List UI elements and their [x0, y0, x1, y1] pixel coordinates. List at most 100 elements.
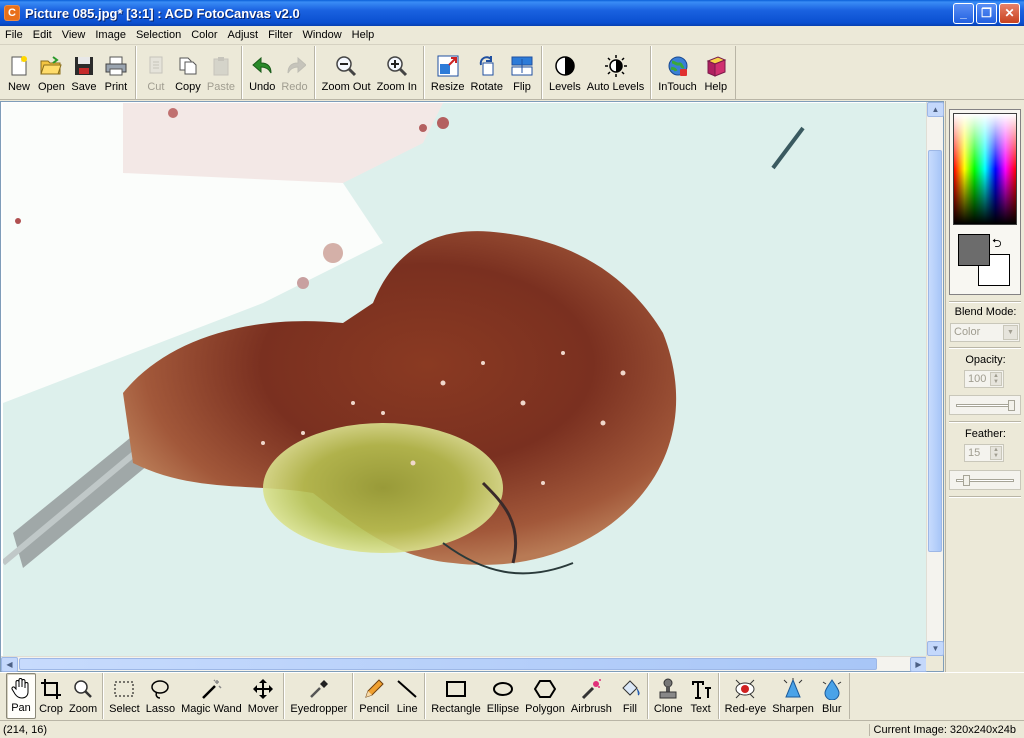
flip-label: Flip	[513, 81, 531, 93]
sharpen-tool[interactable]: Sharpen	[769, 673, 817, 719]
undo-label: Undo	[249, 81, 276, 93]
menu-selection[interactable]: Selection	[131, 29, 186, 41]
horizontal-scrollbar[interactable]: ◀ ▶	[1, 656, 927, 672]
zoom-out-button[interactable]: Zoom Out	[319, 46, 374, 99]
eyedropper-tool[interactable]: Eyedropper	[287, 673, 350, 719]
blend-mode-select[interactable]: Color ▼	[950, 323, 1020, 342]
sharpen-icon	[782, 678, 804, 700]
feather-value: 15	[968, 447, 981, 459]
feather-slider-knob[interactable]	[963, 475, 970, 486]
canvas-area: ▲ ▼ ◀ ▶	[0, 101, 944, 672]
color-spectrum-picker[interactable]	[953, 113, 1017, 225]
opacity-slider[interactable]	[949, 395, 1021, 415]
help-label: Help	[704, 81, 728, 93]
airbrush-tool[interactable]: Airbrush	[568, 673, 615, 719]
color-panel: ⮌ Blend Mode: Color ▼ Opacity: 100 ▲ ▼ Fe…	[945, 101, 1024, 672]
rotate-button[interactable]: Rotate	[468, 46, 506, 99]
open-button[interactable]: Open	[35, 46, 68, 99]
select-tool[interactable]: Select	[106, 673, 143, 719]
rectangle-tool[interactable]: Rectangle	[428, 673, 484, 719]
rectangle-icon	[445, 678, 467, 700]
menu-filter[interactable]: Filter	[263, 29, 297, 41]
lasso-tool[interactable]: Lasso	[143, 673, 178, 719]
select-label: Select	[109, 703, 140, 715]
zoom-tool[interactable]: Zoom	[66, 673, 100, 719]
horizontal-scroll-thumb[interactable]	[19, 658, 877, 670]
print-label: Print	[104, 81, 128, 93]
scroll-right-arrow[interactable]: ▶	[910, 657, 927, 672]
pan-tool[interactable]: Pan	[6, 673, 36, 719]
fill-tool[interactable]: Fill	[615, 673, 645, 719]
crop-icon	[40, 678, 62, 700]
undo-button[interactable]: Undo	[246, 46, 278, 99]
cut-button[interactable]: Cut	[140, 46, 172, 99]
swap-colors-icon[interactable]: ⮌	[992, 234, 1002, 255]
paste-button[interactable]: Paste	[204, 46, 238, 99]
redo-arrow-icon	[284, 55, 306, 77]
menu-color[interactable]: Color	[186, 29, 222, 41]
menu-edit[interactable]: Edit	[28, 29, 57, 41]
opacity-spinner[interactable]: 100 ▲ ▼	[964, 370, 1004, 388]
airbrush-icon	[580, 678, 602, 700]
line-tool[interactable]: Line	[392, 673, 422, 719]
help-button[interactable]: Help	[700, 46, 732, 99]
menu-file[interactable]: File	[0, 29, 28, 41]
polygon-tool[interactable]: Polygon	[522, 673, 568, 719]
pan-label: Pan	[11, 702, 31, 714]
minimize-button[interactable]: _	[953, 2, 974, 24]
pencil-tool[interactable]: Pencil	[356, 673, 392, 719]
save-button[interactable]: Save	[68, 46, 100, 99]
menu-help[interactable]: Help	[347, 29, 380, 41]
clone-tool[interactable]: Clone	[651, 673, 686, 719]
main-toolbar: New Open Save Print Cut Copy Paste Undo …	[0, 46, 1024, 100]
feather-slider[interactable]	[949, 470, 1021, 490]
vertical-scroll-thumb[interactable]	[928, 150, 942, 552]
redo-button[interactable]: Redo	[278, 46, 310, 99]
opacity-slider-knob[interactable]	[1008, 400, 1015, 411]
ellipse-label: Ellipse	[486, 703, 520, 715]
pencil-label: Pencil	[359, 703, 390, 715]
magic-wand-tool[interactable]: Magic Wand	[178, 673, 245, 719]
open-folder-icon	[40, 55, 63, 77]
line-icon	[396, 678, 418, 700]
ellipse-tool[interactable]: Ellipse	[484, 673, 522, 719]
feather-label: Feather:	[965, 428, 1006, 440]
sharpen-label: Sharpen	[772, 703, 814, 715]
red-eye-tool[interactable]: Red-eye	[722, 673, 770, 719]
copy-button[interactable]: Copy	[172, 46, 204, 99]
intouch-button[interactable]: InTouch	[655, 46, 700, 99]
scroll-up-arrow[interactable]: ▲	[927, 102, 944, 117]
auto-levels-button[interactable]: Auto Levels	[584, 46, 647, 99]
title-bar: C Picture 085.jpg* [3:1] : ACD FotoCanva…	[0, 0, 1024, 26]
image-canvas[interactable]	[3, 103, 927, 657]
zoom-label: Zoom	[69, 703, 98, 715]
blur-tool[interactable]: Blur	[817, 673, 847, 719]
magic-wand-label: Magic Wand	[181, 703, 242, 715]
flip-button[interactable]: Flip	[506, 46, 538, 99]
fill-label: Fill	[622, 703, 637, 715]
menu-window[interactable]: Window	[298, 29, 347, 41]
levels-icon	[554, 55, 576, 77]
resize-button[interactable]: Resize	[428, 46, 468, 99]
scroll-left-arrow[interactable]: ◀	[1, 657, 18, 672]
levels-button[interactable]: Levels	[546, 46, 584, 99]
text-tool[interactable]: Text	[686, 673, 716, 719]
panel-divider	[949, 347, 1021, 349]
feather-spinner[interactable]: 15 ▲ ▼	[964, 444, 1004, 462]
foreground-color-swatch[interactable]	[958, 234, 990, 266]
new-file-icon	[8, 55, 30, 77]
zoom-in-button[interactable]: Zoom In	[374, 46, 420, 99]
mover-tool[interactable]: Mover	[245, 673, 282, 719]
crop-tool[interactable]: Crop	[36, 673, 66, 719]
maximize-button[interactable]: ❐	[976, 2, 997, 24]
app-icon[interactable]: C	[4, 5, 20, 21]
print-button[interactable]: Print	[100, 46, 132, 99]
vertical-scrollbar[interactable]: ▲ ▼	[926, 102, 944, 656]
scroll-down-arrow[interactable]: ▼	[927, 641, 944, 656]
menu-image[interactable]: Image	[90, 29, 131, 41]
magic-wand-icon	[200, 678, 222, 700]
close-button[interactable]: ✕	[999, 2, 1020, 24]
menu-view[interactable]: View	[57, 29, 91, 41]
menu-adjust[interactable]: Adjust	[223, 29, 264, 41]
new-button[interactable]: New	[3, 46, 35, 99]
